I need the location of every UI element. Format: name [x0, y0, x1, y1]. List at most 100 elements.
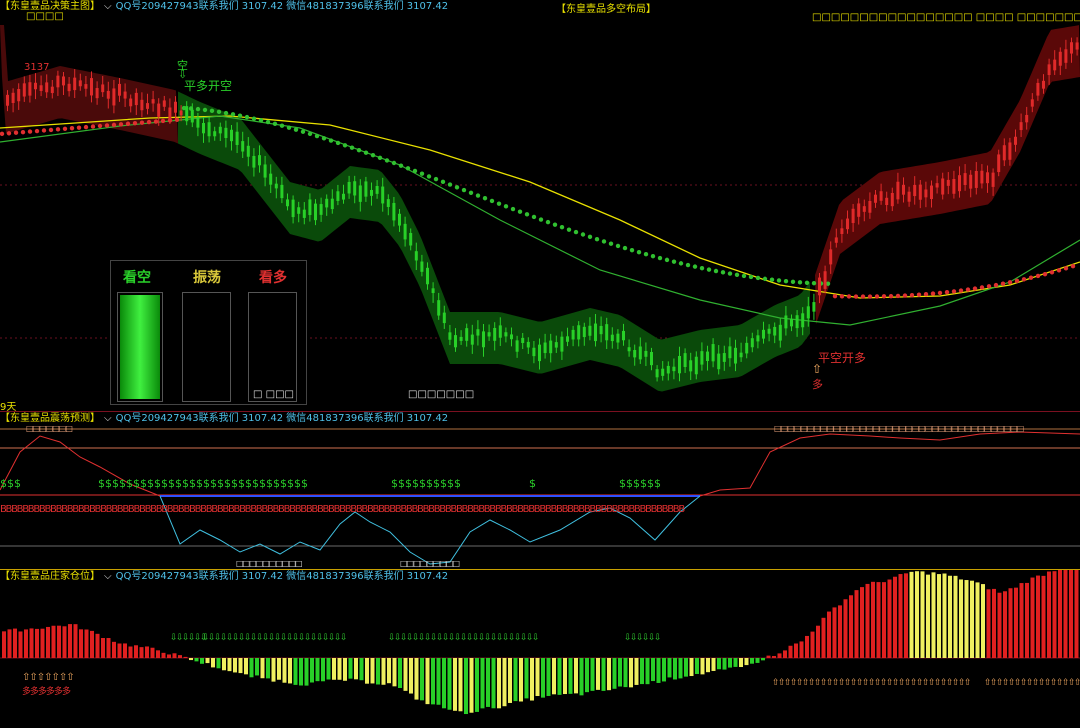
- trend-dot: [314, 133, 320, 139]
- candle-body: [370, 189, 373, 196]
- histogram-bar: [398, 658, 402, 688]
- candle-body: [1014, 136, 1017, 145]
- trend-dot: [1042, 271, 1048, 277]
- histogram-bar: [574, 658, 578, 678]
- candle-body: [594, 323, 597, 342]
- trend-dot: [328, 138, 334, 143]
- candle-body: [409, 232, 413, 246]
- position-histogram[interactable]: ⇩⇩⇩⇩⇩⇩⇩⇩⇩⇩⇩⇩⇩⇩⇩⇩⇩⇩⇩⇩⇩⇩⇩⇩⇩⇩⇩⇩⇩⇩ ⇩⇩⇩⇩⇩⇩⇩⇩⇩⇩…: [0, 570, 1080, 728]
- candle-body: [134, 92, 138, 106]
- histogram-bar: [1047, 571, 1051, 658]
- histogram-bar: [915, 571, 919, 658]
- trend-dot: [195, 106, 201, 112]
- trend-dot: [433, 176, 439, 182]
- oscillator-pane-title[interactable]: 【东皇壹品震荡预测】: [0, 413, 100, 424]
- candle-body: [498, 325, 502, 338]
- oscillator-pane-info: QQ号209427943联系我们 3107.42 微信481837396联系我们…: [115, 413, 449, 424]
- histogram-bar: [403, 658, 408, 677]
- histogram-bar: [24, 629, 28, 658]
- candle-body: [11, 92, 15, 104]
- trend-dot: [454, 185, 460, 190]
- position-pane[interactable]: ⇩ ⇩ ⇩ ⇩ ⇩ ⇩ ⇩ ⇩ ⇩ ⇩ ⇩ ⇩ ⇩ ⇩ ⇩ ⇩ ⇩ ⇩ ⇩ ⇩ ⇩ ⇩ ⇩ ⇩ ⇩ ⇩ ⇩ ⇩ ⇩ ⇩ ⇩ ⇩ ⇩ ⇩ ⇩ ⇩ ⇩ ⇩ ⇩ ⇩…: [0, 570, 1080, 728]
- histogram-bar: [535, 658, 540, 679]
- candle-body: [308, 199, 312, 216]
- histogram-bar: [612, 658, 617, 689]
- histogram-bar: [805, 635, 809, 658]
- trend-dot: [951, 289, 957, 294]
- histogram-bar: [469, 658, 474, 689]
- histogram-bar: [1074, 570, 1079, 658]
- histogram-bar: [1014, 587, 1018, 658]
- trend-dot: [0, 131, 5, 137]
- histogram-bar: [744, 658, 749, 662]
- histogram-bar: [508, 658, 512, 683]
- chevron-down-icon[interactable]: ⌵: [104, 571, 112, 582]
- histogram-bar: [926, 574, 930, 658]
- candle-body: [644, 350, 648, 357]
- candle-body: [459, 336, 463, 341]
- trend-dot: [874, 294, 880, 299]
- histogram-bar: [436, 658, 441, 705]
- right-pane-title[interactable]: 【东皇壹品多空布局】: [556, 0, 656, 15]
- trend-dot: [286, 125, 292, 130]
- candle-body: [190, 109, 194, 123]
- trend-dot: [293, 127, 299, 132]
- histogram-bar: [711, 658, 716, 666]
- histogram-bar: [486, 658, 490, 707]
- oscillator-chart[interactable]: [0, 412, 1080, 569]
- trend-dot: [811, 280, 817, 286]
- histogram-bar: [519, 658, 523, 682]
- candle-body: [722, 353, 726, 362]
- histogram-bar: [106, 638, 111, 658]
- chevron-down-icon[interactable]: ⌵: [104, 413, 112, 424]
- candle-body: [610, 334, 614, 342]
- trend-dot: [90, 124, 96, 129]
- period-label: 9天: [0, 402, 17, 411]
- osc-bottom-markers-1: □□□□□□□□□□: [236, 559, 303, 568]
- trend-dot: [1035, 273, 1041, 279]
- main-chart-pane[interactable]: 【东皇壹品决策主图】 ⌵ QQ号209427943联系我们 3107.42 微信48…: [0, 0, 1080, 411]
- candle-body: [683, 353, 687, 367]
- osc-top-markers-right: □□□□□□□□□□□□□□□□□□□□□□□□□□□□□□□□□□□□□□: [774, 424, 1024, 433]
- histogram-bar: [260, 658, 265, 670]
- chevron-down-icon[interactable]: ⌵: [104, 1, 112, 12]
- long-arrows-left: ⇧⇧⇧⇧⇧⇧⇧: [22, 672, 75, 683]
- panel-label-bullish: 看多: [259, 270, 287, 286]
- candle-body: [342, 193, 345, 200]
- histogram-bar: [937, 574, 941, 658]
- trend-dot: [916, 292, 922, 297]
- trend-dot: [510, 206, 516, 212]
- trend-dot: [650, 253, 656, 259]
- trend-dot: [741, 273, 747, 279]
- histogram-bar: [986, 589, 991, 658]
- candle-body: [946, 179, 950, 186]
- panel-footer: □ □□□: [253, 389, 294, 400]
- histogram-bar: [227, 658, 232, 666]
- candle-body: [599, 325, 603, 335]
- candle-body: [56, 75, 60, 88]
- histogram-bar: [673, 658, 677, 680]
- histogram-bar: [860, 587, 864, 658]
- histogram-bar: [931, 572, 936, 658]
- histogram-bar: [942, 573, 947, 658]
- trend-dot: [762, 276, 768, 282]
- histogram-bar: [568, 658, 573, 694]
- candle-body: [1008, 142, 1012, 160]
- candle-body: [622, 330, 625, 341]
- candle-body: [1030, 99, 1034, 107]
- bottom-status-text: □□□□□□□: [408, 389, 475, 400]
- histogram-bar: [728, 658, 732, 668]
- candle-body: [952, 178, 956, 194]
- candle-body: [437, 300, 441, 316]
- histogram-bar: [161, 652, 166, 658]
- candle-body: [476, 329, 480, 336]
- position-pane-title[interactable]: 【东皇壹品庄家仓位】: [0, 571, 100, 582]
- short-arrow-marker: ⇩: [340, 633, 348, 643]
- oscillator-pane[interactable]: 【东皇壹品震荡预测】 ⌵ QQ号209427943联系我们 3107.42 微信48…: [0, 412, 1080, 569]
- histogram-bar: [640, 658, 644, 685]
- candle-body: [549, 340, 553, 354]
- candle-body: [325, 198, 329, 208]
- candle-body: [812, 302, 816, 312]
- candle-body: [1002, 145, 1006, 161]
- histogram-bar: [887, 579, 892, 658]
